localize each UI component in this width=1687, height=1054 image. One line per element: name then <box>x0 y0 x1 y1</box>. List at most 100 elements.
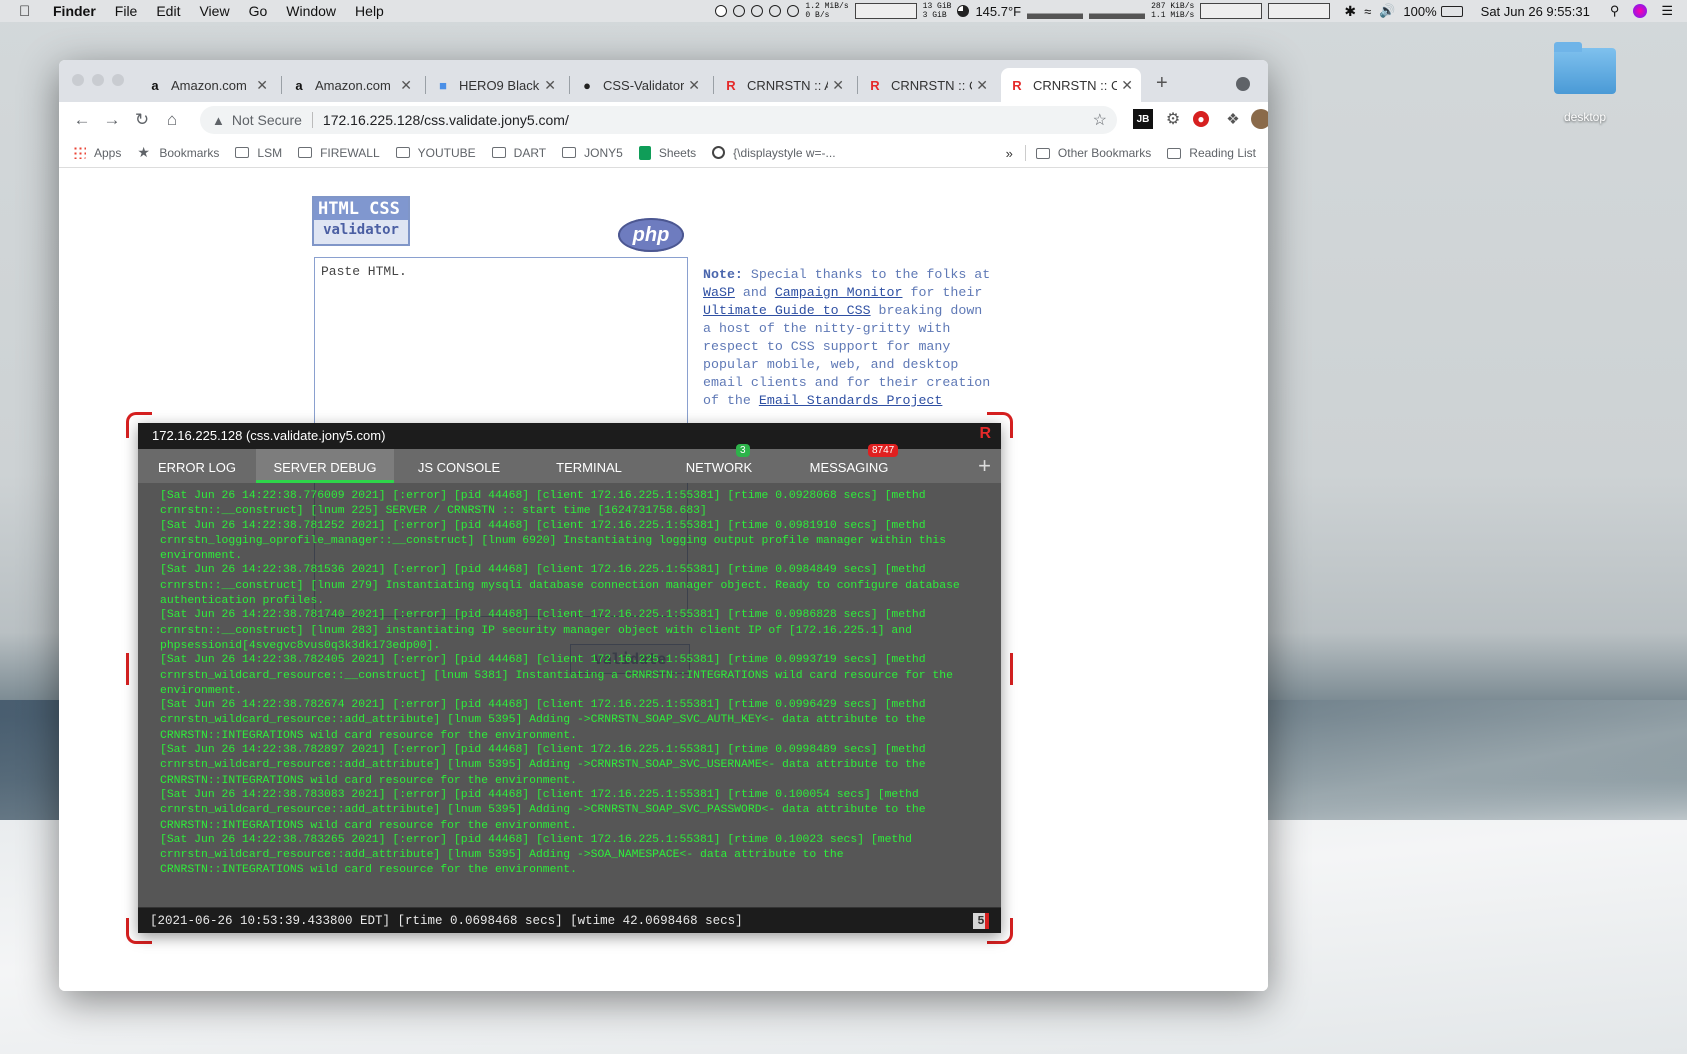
activity-circle-icon[interactable] <box>733 5 746 17</box>
network-stat[interactable]: 287 KiB/s 1.1 MiB/s <box>1151 2 1194 20</box>
disk-rate[interactable]: 1.2 MiB/s 0 B/s <box>805 2 848 20</box>
forward-arrow-icon[interactable]: → <box>97 110 127 130</box>
tab-terminal[interactable]: TERMINAL <box>524 449 654 483</box>
browser-tab[interactable]: ■ HERO9 Black ✕ <box>427 68 564 102</box>
tab-network[interactable]: NETWORK 3 <box>654 444 784 483</box>
apple-icon[interactable]:  <box>19 3 37 20</box>
close-tab-icon[interactable]: ✕ <box>832 77 844 94</box>
new-tab-plus-icon[interactable]: + <box>1156 72 1168 95</box>
activity-circle-icon[interactable] <box>769 5 782 17</box>
tab-error-log[interactable]: ERROR LOG <box>138 449 256 483</box>
desktop-folder-label[interactable]: desktop <box>1540 110 1630 124</box>
bookmark-folder-jony5[interactable]: JONY5 <box>562 146 623 160</box>
battery-icon[interactable] <box>1440 5 1463 17</box>
menu-go[interactable]: Go <box>249 3 268 19</box>
browser-tab[interactable]: a Amazon.com ✕ <box>283 68 420 102</box>
gear-extension-icon[interactable]: ⚙ <box>1163 109 1183 129</box>
bookmark-bookmarks[interactable]: ★ Bookmarks <box>137 144 219 161</box>
menu-file[interactable]: File <box>115 3 138 19</box>
memory-stat[interactable]: 13 GiB 3 GiB <box>923 2 952 20</box>
close-tab-icon[interactable]: ✕ <box>544 77 556 94</box>
close-tab-icon[interactable]: ✕ <box>688 77 700 94</box>
minimize-window-button[interactable] <box>92 74 104 86</box>
close-window-button[interactable] <box>72 74 84 86</box>
bookmark-star-icon[interactable]: ☆ <box>1093 110 1107 130</box>
bluetooth-icon[interactable]: ✱ <box>1344 3 1356 20</box>
puzzle-extensions-icon[interactable]: ❖ <box>1223 109 1243 129</box>
url-text[interactable]: 172.16.225.128/css.validate.jony5.com/ <box>323 112 569 128</box>
network-graph[interactable] <box>1200 3 1263 19</box>
browser-tab[interactable]: R CRNRSTN :: A ✕ <box>715 68 852 102</box>
close-tab-icon[interactable]: ✕ <box>976 77 988 94</box>
cpu-graph[interactable] <box>1027 3 1084 19</box>
tab-js-console[interactable]: JS CONSOLE <box>394 449 524 483</box>
bookmark-folder-dart[interactable]: DART <box>491 146 546 160</box>
email-standards-link[interactable]: Email Standards Project <box>759 393 943 408</box>
memory-free: 3 GiB <box>922 11 947 20</box>
bookmark-folder-youtube[interactable]: YOUTUBE <box>395 146 476 160</box>
crnrstn-badge-icon[interactable]: 5 <box>973 913 989 929</box>
address-bar[interactable]: ▲ Not Secure 172.16.225.128/css.validate… <box>200 106 1117 134</box>
bookmark-label: JONY5 <box>584 145 623 160</box>
browser-tab[interactable]: a Amazon.com ✕ <box>139 68 276 102</box>
network-graph[interactable] <box>1268 3 1331 19</box>
wifi-icon[interactable]: ≈ <box>1364 4 1371 19</box>
frame-side-left <box>126 653 129 685</box>
menu-bar:  Finder File Edit View Go Window Help 1… <box>0 0 1687 22</box>
clock[interactable]: Sat Jun 26 9:55:31 <box>1481 4 1590 19</box>
disk-graph[interactable] <box>854 3 917 19</box>
browser-tab-active[interactable]: R CRNRSTN :: C ✕ <box>1001 68 1141 102</box>
jetbrains-extension-icon[interactable]: JB <box>1133 109 1153 129</box>
battery-percent[interactable]: 100% <box>1403 4 1436 19</box>
close-tab-icon[interactable]: ✕ <box>1121 77 1133 94</box>
profile-avatar[interactable] <box>1251 109 1268 129</box>
home-icon[interactable]: ⌂ <box>157 110 187 130</box>
zoom-window-button[interactable] <box>112 74 124 86</box>
gpu-graph[interactable] <box>1089 3 1146 19</box>
tab-separator <box>857 76 858 94</box>
back-arrow-icon[interactable]: ← <box>67 110 97 130</box>
ublock-extension-icon[interactable]: ● <box>1193 111 1209 127</box>
bookmark-folder-lsm[interactable]: LSM <box>235 146 282 160</box>
reload-icon[interactable]: ↻ <box>127 110 157 130</box>
browser-tab[interactable]: ● CSS-Validator ✕ <box>571 68 708 102</box>
menu-help[interactable]: Help <box>355 3 384 19</box>
close-tab-icon[interactable]: ✕ <box>400 77 412 94</box>
activity-circle-icon[interactable] <box>787 5 800 17</box>
desktop-folder-icon[interactable] <box>1554 42 1616 94</box>
volume-icon[interactable]: 🔊 <box>1379 3 1395 19</box>
activity-circle-icon[interactable] <box>715 5 728 17</box>
debug-overlay-panel[interactable]: 172.16.225.128 (css.validate.jony5.com) … <box>138 423 1001 933</box>
reading-list[interactable]: Reading List <box>1167 146 1256 160</box>
tab-messaging[interactable]: MESSAGING 8747 <box>784 444 914 483</box>
siri-icon[interactable] <box>1633 4 1648 18</box>
menu-window[interactable]: Window <box>286 3 336 19</box>
menu-view[interactable]: View <box>199 3 229 19</box>
notification-center-icon[interactable]: ☰ <box>1661 3 1673 19</box>
tab-server-debug[interactable]: SERVER DEBUG <box>256 449 394 483</box>
bookmark-wiki[interactable]: {\displaystyle w=-... <box>712 146 836 160</box>
star-icon: ★ <box>137 144 150 160</box>
menu-app-name[interactable]: Finder <box>53 3 96 19</box>
tab-search-icon[interactable] <box>1236 77 1250 91</box>
bookmark-apps[interactable]: Apps <box>73 146 121 160</box>
menu-edit[interactable]: Edit <box>156 3 180 19</box>
bookmarks-overflow-chevron[interactable]: » <box>1006 146 1013 161</box>
bookmark-label: Bookmarks <box>159 145 220 160</box>
server-debug-log[interactable]: [Sat Jun 26 14:22:38.776009 2021] [:erro… <box>160 489 990 878</box>
bookmark-sheets[interactable]: Sheets <box>638 145 696 160</box>
add-panel-plus-icon[interactable]: + <box>978 453 991 479</box>
bookmark-other[interactable]: Other Bookmarks <box>1035 146 1151 160</box>
memory-pie-icon[interactable] <box>957 5 970 17</box>
bookmark-folder-firewall[interactable]: FIREWALL <box>298 146 380 160</box>
warning-triangle-icon[interactable]: ▲ <box>212 113 225 128</box>
campaign-monitor-link[interactable]: Campaign Monitor <box>775 285 903 300</box>
activity-circle-icon[interactable] <box>751 5 764 17</box>
wasp-link[interactable]: WaSP <box>703 285 735 300</box>
security-label[interactable]: Not Secure <box>232 112 302 128</box>
temperature[interactable]: 145.7°F <box>975 4 1021 19</box>
spotlight-search-icon[interactable]: ⚲ <box>1610 3 1620 19</box>
close-tab-icon[interactable]: ✕ <box>256 77 268 94</box>
ultimate-guide-link[interactable]: Ultimate Guide to CSS <box>703 303 871 318</box>
browser-tab[interactable]: R CRNRSTN :: C ✕ <box>859 68 996 102</box>
